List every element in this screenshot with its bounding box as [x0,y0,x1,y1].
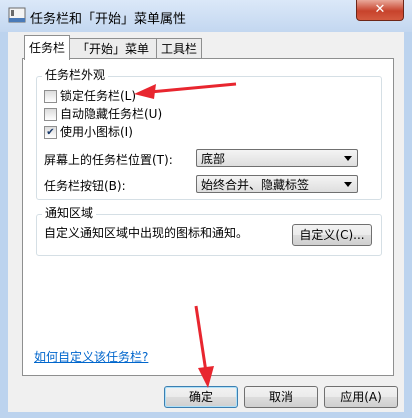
annotation-arrows [134,82,237,388]
annotation-arrow-to-lock [134,82,237,99]
annotation-arrow-to-ok [194,305,214,388]
tab-taskbar[interactable]: 任务栏 [24,35,70,60]
properties-window: 任务栏和「开始」菜单属性 ✕ 任务栏 「开始」菜单 工具栏 任务栏外观 锁定任务… [0,0,412,418]
